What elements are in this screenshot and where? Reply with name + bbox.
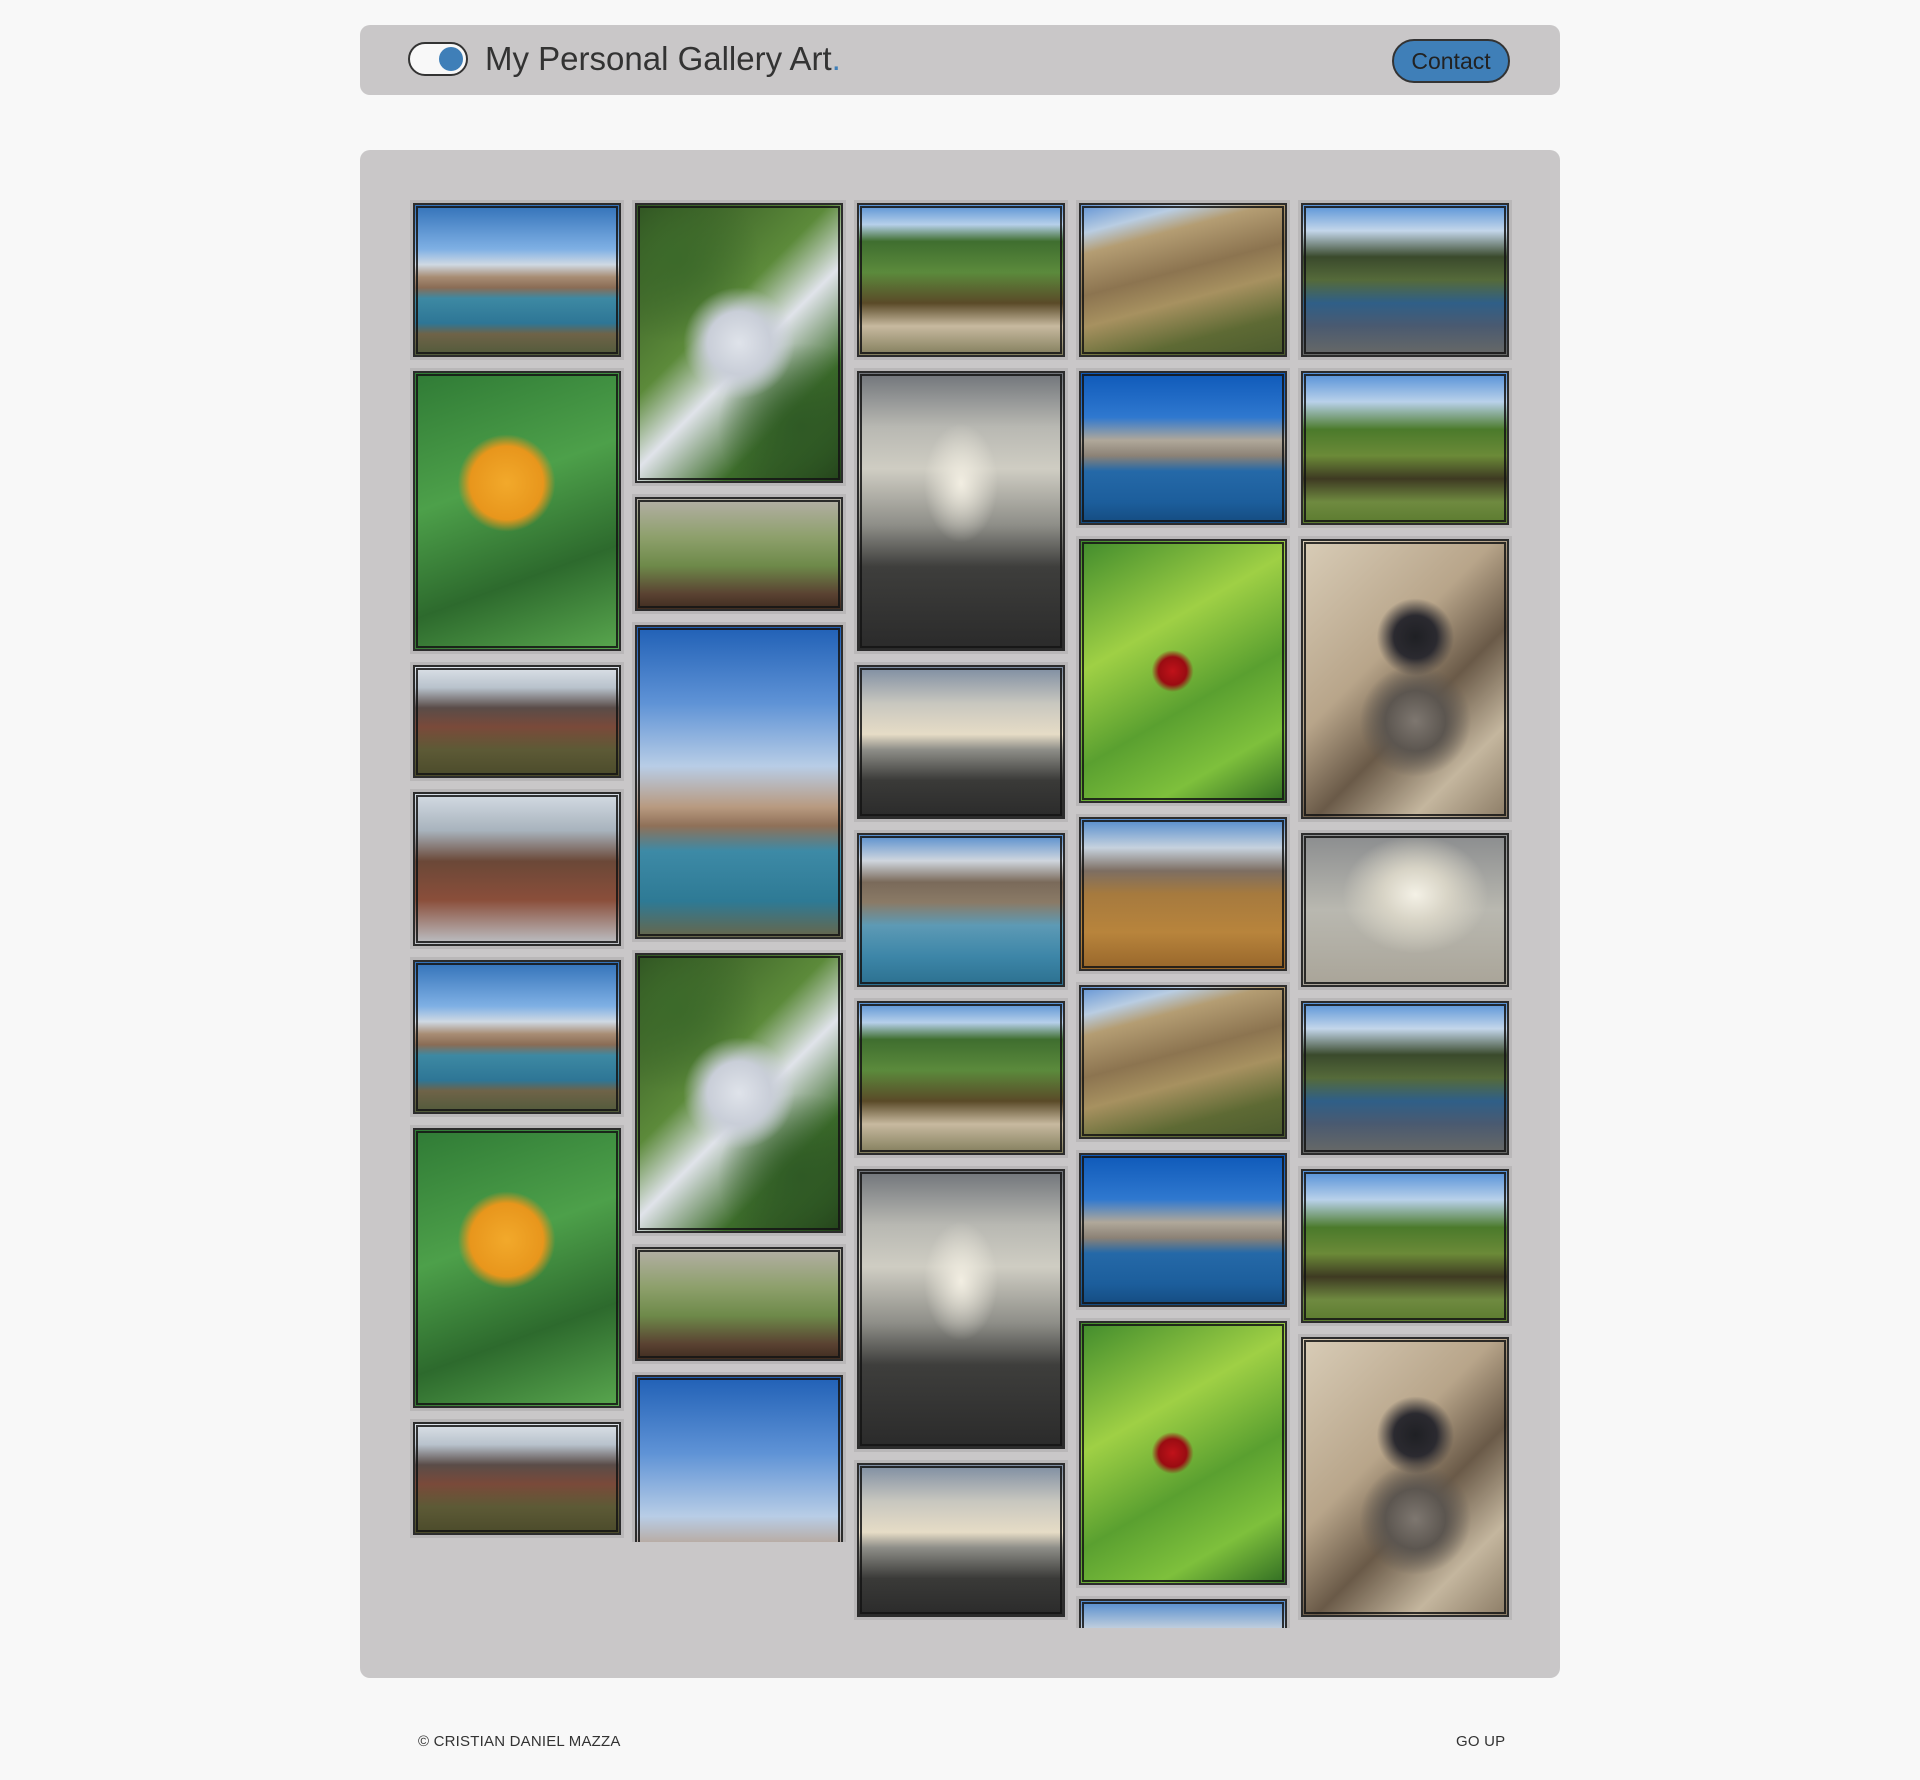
gallery-photo-pumpkin-fence[interactable] xyxy=(410,1125,624,1411)
gallery-photo-sky-lake[interactable] xyxy=(632,1372,846,1542)
copyright-text: © CRISTIAN DANIEL MAZZA xyxy=(418,1733,621,1750)
site-title-text: My Personal Gallery Art xyxy=(485,40,832,77)
gallery-photo-red-hills[interactable] xyxy=(410,1419,624,1538)
gallery-photo-rocks-water[interactable] xyxy=(1076,1150,1290,1310)
gallery-photo-poplar-pond[interactable] xyxy=(1298,368,1512,528)
gallery-photo-mountain-house[interactable] xyxy=(1076,1596,1290,1628)
gallery-photo-rocks-water[interactable] xyxy=(1076,368,1290,528)
theme-toggle[interactable] xyxy=(408,42,468,76)
go-up-link[interactable]: GO UP xyxy=(1456,1733,1505,1750)
gallery-column xyxy=(1076,200,1290,1628)
gallery-panel xyxy=(360,150,1560,1678)
gallery-photo-kitten[interactable] xyxy=(1298,1334,1512,1620)
gallery-photo-kitten[interactable] xyxy=(1298,536,1512,822)
gallery-photo-red-hills-river[interactable] xyxy=(410,789,624,949)
gallery-photo-beach-clouds[interactable] xyxy=(854,662,1068,822)
gallery-photo-canyon-cliff[interactable] xyxy=(1076,200,1290,360)
photo-grid xyxy=(410,200,1512,1628)
gallery-column xyxy=(632,200,846,1542)
gallery-photo-garlic-plants[interactable] xyxy=(632,494,846,614)
site-title-dot: . xyxy=(831,40,841,77)
gallery-photo-chili-plant[interactable] xyxy=(1076,1318,1290,1588)
site-title: My Personal Gallery Art. xyxy=(485,39,841,79)
gallery-photo-mountain-lake[interactable] xyxy=(854,830,1068,990)
contact-button[interactable]: Contact xyxy=(1392,39,1510,83)
gallery-photo-red-hills[interactable] xyxy=(410,662,624,781)
gallery-photo-beach-clouds[interactable] xyxy=(854,1460,1068,1620)
gallery-photo-chili-plant[interactable] xyxy=(1076,536,1290,806)
gallery-photo-tree-canopy[interactable] xyxy=(632,950,846,1236)
gallery-photo-beach-sunset[interactable] xyxy=(854,368,1068,654)
gallery-column xyxy=(854,200,1068,1628)
gallery-photo-mountain-house[interactable] xyxy=(1076,814,1290,974)
gallery-photo-green-creek[interactable] xyxy=(854,998,1068,1158)
gallery-photo-green-creek[interactable] xyxy=(854,200,1068,360)
gallery-photo-lake-canyon[interactable] xyxy=(410,957,624,1117)
gallery-column xyxy=(1298,200,1512,1628)
gallery-photo-garlic-plants[interactable] xyxy=(632,1244,846,1364)
gallery-column xyxy=(410,200,624,1542)
top-navbar: My Personal Gallery Art. Contact xyxy=(360,25,1560,95)
gallery-photo-tree-canopy[interactable] xyxy=(632,200,846,486)
toggle-knob xyxy=(439,47,463,71)
gallery-photo-poplar-pond[interactable] xyxy=(1298,1166,1512,1326)
gallery-photo-river-rocks[interactable] xyxy=(1298,200,1512,360)
gallery-photo-river-rocks[interactable] xyxy=(1298,998,1512,1158)
gallery-photo-beach-sunset[interactable] xyxy=(854,1166,1068,1452)
gallery-photo-sky-lake[interactable] xyxy=(632,622,846,942)
gallery-photo-hazy-sun[interactable] xyxy=(1298,830,1512,990)
gallery-photo-canyon-cliff[interactable] xyxy=(1076,982,1290,1142)
gallery-photo-lake-canyon[interactable] xyxy=(410,200,624,360)
gallery-photo-pumpkin-fence[interactable] xyxy=(410,368,624,654)
